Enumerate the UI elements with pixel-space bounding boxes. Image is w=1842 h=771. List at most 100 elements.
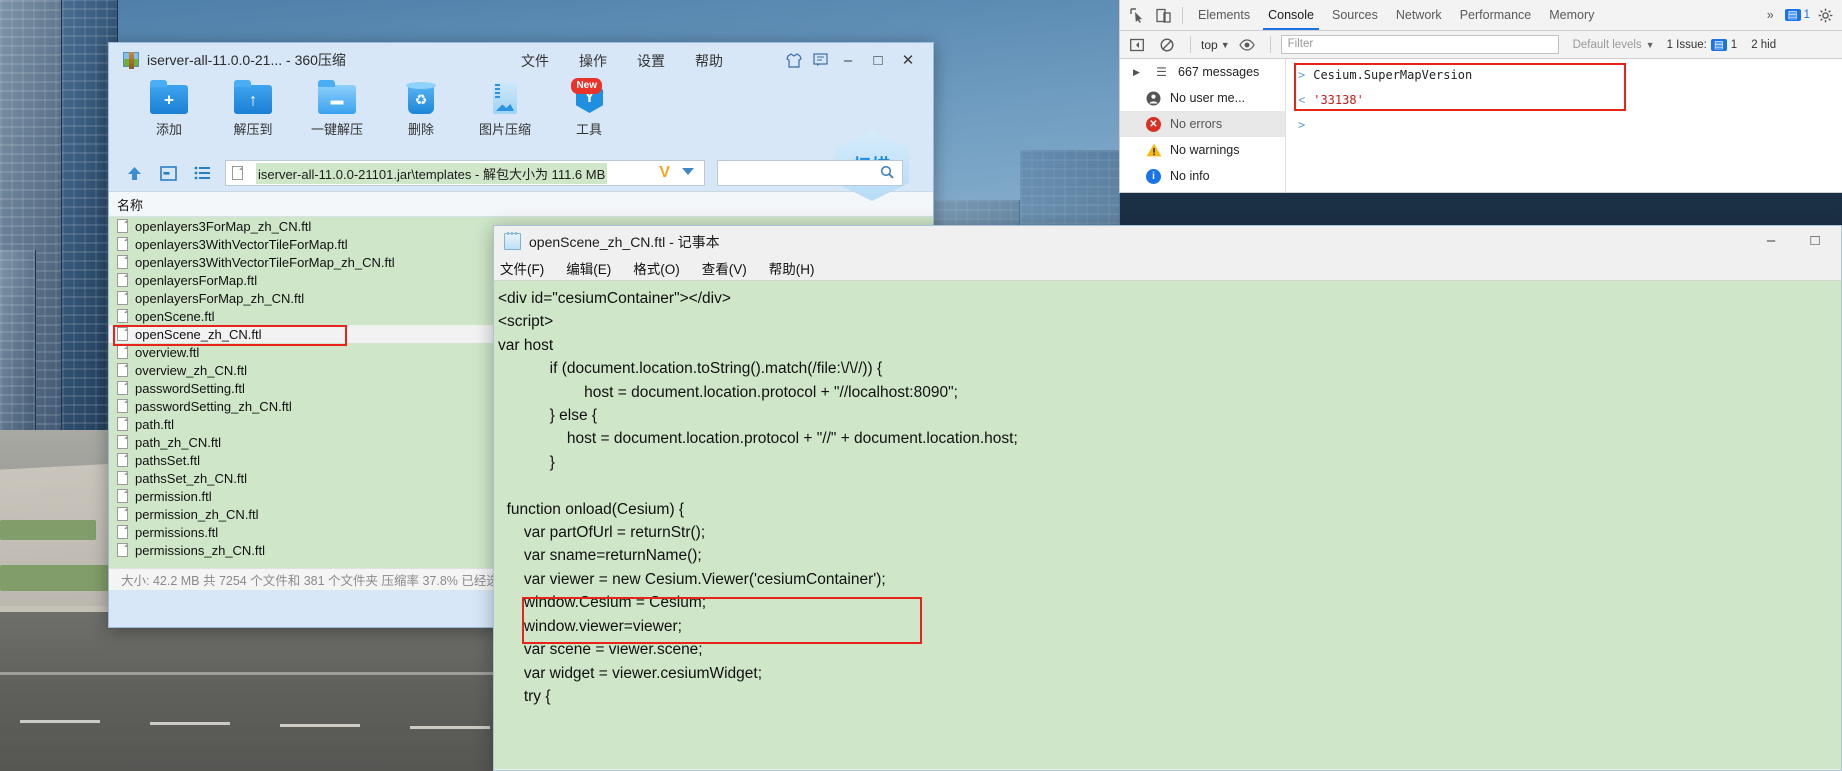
toolbar-button-delete[interactable]: ♻ 删除 (379, 75, 463, 155)
path-field[interactable]: iserver-all-11.0.0-21101.jar\templates -… (225, 160, 705, 186)
more-tabs-icon[interactable]: » (1758, 1, 1783, 30)
minimize-button[interactable]: – (833, 48, 863, 72)
context-label: top (1201, 38, 1218, 52)
tab-elements[interactable]: Elements (1189, 1, 1259, 30)
code-line: var viewer = new Cesium.Viewer('cesiumCo… (498, 568, 1841, 591)
up-arrow-icon[interactable] (123, 162, 145, 184)
toolbar-button-image-compress[interactable]: 图片压缩 (463, 75, 547, 155)
toolbar-button-tools[interactable]: Y New 工具 (547, 75, 631, 155)
sidebar-item-user-messages[interactable]: No user me... (1120, 85, 1285, 111)
file-icon (232, 166, 243, 180)
menu-item-view[interactable]: 查看(V) (702, 258, 747, 278)
toolbar-button-add[interactable]: + 添加 (127, 75, 211, 155)
code-line: var scene = viewer.scene; (498, 638, 1841, 661)
log-level-selector[interactable]: Default levels ▼ (1563, 39, 1655, 51)
menu-item-edit[interactable]: 编辑(E) (566, 258, 611, 278)
archive-titlebar[interactable]: iserver-all-11.0.0-21... - 360压缩 文件 操作 设… (109, 43, 933, 75)
tab-network[interactable]: Network (1387, 1, 1451, 30)
devtools-tabbar-right[interactable]: » ▤ 1 (1758, 1, 1842, 30)
file-name: openlayersForMap.ftl (135, 273, 257, 288)
sidebar-item-info[interactable]: i No info (1120, 163, 1285, 189)
list-view-icon[interactable] (191, 162, 213, 184)
filter-input[interactable]: Filter (1281, 35, 1559, 54)
notepad-window[interactable]: openScene_zh_CN.ftl - 记事本 – □ 文件(F) 编辑(E… (493, 225, 1842, 771)
file-name: openlayers3WithVectorTileForMap.ftl (135, 237, 348, 252)
device-toolbar-icon[interactable] (1150, 2, 1176, 28)
issues-status[interactable]: 1 Issue: ▤ 1 (1667, 39, 1738, 51)
recycle-bin-icon: ♻ (402, 81, 440, 115)
file-icon (117, 435, 128, 449)
code-line (498, 474, 1841, 497)
menu-item-format[interactable]: 格式(O) (633, 258, 680, 278)
feedback-icon[interactable] (807, 49, 833, 71)
file-icon (117, 543, 128, 557)
menu-item-help[interactable]: 帮助 (695, 51, 723, 71)
search-input[interactable] (717, 160, 903, 186)
inspect-icon[interactable] (1124, 2, 1150, 28)
menu-item-settings[interactable]: 设置 (637, 51, 665, 71)
user-icon (1145, 90, 1162, 107)
error-icon: ✕ (1145, 116, 1162, 133)
code-line: host = document.location.protocol + "//"… (498, 427, 1841, 450)
gear-icon[interactable] (1812, 2, 1838, 28)
menu-item-action[interactable]: 操作 (579, 51, 607, 71)
search-icon[interactable] (880, 165, 894, 182)
notepad-text-area[interactable]: <div id="cesiumContainer"></div><script>… (494, 280, 1841, 769)
sidebar-item-warnings[interactable]: No warnings (1120, 137, 1285, 163)
file-name: passwordSetting_zh_CN.ftl (135, 399, 292, 414)
devtools-tabbar[interactable]: Elements Console Sources Network Perform… (1120, 0, 1842, 31)
file-name: openlayersForMap_zh_CN.ftl (135, 291, 304, 306)
live-expression-icon[interactable] (1234, 32, 1260, 58)
console-sidebar[interactable]: ▶ ☰ 667 messages No user me... ✕ No erro… (1120, 59, 1286, 193)
file-name: openScene_zh_CN.ftl (135, 327, 261, 342)
archive-menubar[interactable]: 文件 操作 设置 帮助 (521, 51, 723, 71)
archive-toolbar[interactable]: + 添加 ↑ 解压到 ▬ 一键解压 ♻ 删除 图片压缩 (109, 75, 933, 155)
file-name: path.ftl (135, 417, 174, 432)
notepad-window-controls[interactable]: – □ (1749, 226, 1837, 254)
file-icon (117, 381, 128, 395)
shirt-icon[interactable] (781, 49, 807, 71)
clear-console-icon[interactable] (1154, 32, 1180, 58)
tab-console[interactable]: Console (1259, 1, 1323, 30)
sidebar-item-errors[interactable]: ✕ No errors (1120, 111, 1285, 137)
tab-performance[interactable]: Performance (1451, 1, 1541, 30)
sidebar-toggle-icon[interactable] (1124, 32, 1150, 58)
lane-marking (410, 726, 490, 729)
code-line: host = document.location.protocol + "//l… (498, 381, 1841, 404)
archive-window-controls[interactable]: – □ ✕ (781, 48, 923, 72)
notepad-menubar[interactable]: 文件(F) 编辑(E) 格式(O) 查看(V) 帮助(H) (494, 256, 1841, 280)
close-button[interactable]: ✕ (893, 48, 923, 72)
devtools-console-body[interactable]: ▶ ☰ 667 messages No user me... ✕ No erro… (1120, 59, 1842, 193)
sidebar-item-messages[interactable]: ▶ ☰ 667 messages (1120, 59, 1285, 85)
file-name: overview_zh_CN.ftl (135, 363, 247, 378)
devtools-panel[interactable]: Elements Console Sources Network Perform… (1119, 0, 1842, 193)
menu-item-file[interactable]: 文件(F) (500, 258, 544, 278)
context-selector[interactable]: top ▼ (1201, 38, 1230, 52)
maximize-button[interactable]: □ (863, 48, 893, 72)
console-prompt-row[interactable]: > (1286, 112, 1842, 137)
console-log-area[interactable]: > Cesium.SuperMapVersion < '33138' > (1286, 59, 1842, 193)
tab-sources[interactable]: Sources (1323, 1, 1387, 30)
list-icon: ☰ (1153, 64, 1170, 81)
toolbar-button-oneclick-extract[interactable]: ▬ 一键解压 (295, 75, 379, 155)
column-name: 名称 (117, 195, 143, 214)
devtools-console-toolbar[interactable]: top ▼ Filter Default levels ▼ 1 Issue: ▤… (1120, 31, 1842, 59)
notepad-window-title: openScene_zh_CN.ftl - 记事本 (529, 232, 720, 252)
menu-item-file[interactable]: 文件 (521, 51, 549, 71)
console-view-icon[interactable] (157, 162, 179, 184)
archive-pathbar[interactable]: iserver-all-11.0.0-21101.jar\templates -… (109, 155, 933, 191)
chevron-right-icon[interactable]: ▶ (1128, 64, 1145, 81)
maximize-button[interactable]: □ (1793, 226, 1837, 254)
filelist-column-header[interactable]: 名称 (109, 191, 933, 217)
code-line: } else { (498, 404, 1841, 427)
console-output-row[interactable]: < '33138' (1286, 87, 1842, 112)
issues-chip-icon: ▤ (1711, 39, 1727, 51)
notepad-titlebar[interactable]: openScene_zh_CN.ftl - 记事本 – □ (494, 226, 1841, 256)
toolbar-button-extract-to[interactable]: ↑ 解压到 (211, 75, 295, 155)
chevron-down-icon[interactable] (682, 168, 694, 175)
menu-item-help[interactable]: 帮助(H) (769, 258, 815, 278)
minimize-button[interactable]: – (1749, 226, 1793, 254)
console-input-row[interactable]: > Cesium.SuperMapVersion (1286, 62, 1842, 87)
issues-badge[interactable]: ▤ 1 (1785, 9, 1810, 21)
tab-memory[interactable]: Memory (1540, 1, 1603, 30)
